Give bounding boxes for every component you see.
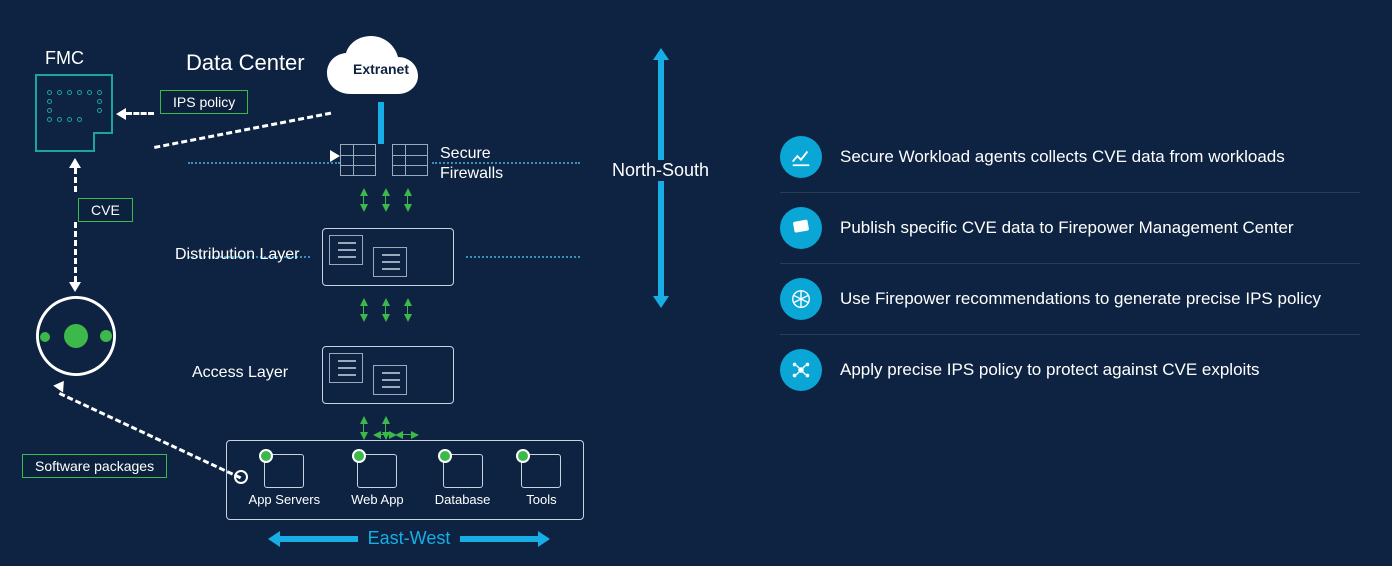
tier-dots-2b — [466, 256, 580, 258]
capability-row: Apply precise IPS policy to protect agai… — [780, 335, 1360, 405]
capabilities-list: Secure Workload agents collects CVE data… — [780, 122, 1360, 405]
capability-text: Use Firepower recommendations to generat… — [840, 289, 1321, 309]
arrow-cve-seg2 — [74, 222, 77, 282]
capability-row: Secure Workload agents collects CVE data… — [780, 122, 1360, 193]
arrow-right-icon — [460, 536, 540, 542]
capability-text: Apply precise IPS policy to protect agai… — [840, 360, 1260, 380]
workloads-box: App Servers Web App Database Tools — [226, 440, 584, 520]
switch-icon — [329, 353, 363, 383]
arrow-sw-head — [53, 377, 69, 392]
capability-row: Use Firepower recommendations to generat… — [780, 264, 1360, 335]
capability-row: Publish specific CVE data to Firepower M… — [780, 193, 1360, 264]
chart-icon — [780, 136, 822, 178]
capability-text: Secure Workload agents collects CVE data… — [840, 147, 1285, 167]
globe-icon — [357, 454, 397, 488]
access-layer-box — [322, 346, 454, 404]
publish-icon — [780, 207, 822, 249]
workload-label: Database — [435, 492, 491, 507]
tier-dots-1b — [432, 162, 580, 164]
traffic-arrows-fw-dist — [356, 188, 414, 212]
ips-policy-badge: IPS policy — [160, 90, 248, 114]
secure-firewalls-icon — [340, 144, 428, 176]
distribution-layer-label: Distribution Layer — [175, 246, 300, 264]
switch-icon — [373, 365, 407, 395]
east-west-label: East-West — [368, 528, 451, 549]
tools-icon — [521, 454, 561, 488]
workload-tools: Tools — [521, 454, 561, 507]
data-center-label: Data Center — [186, 50, 305, 76]
tier-dots-1a — [188, 162, 340, 164]
arrow-ips-right-head — [330, 150, 340, 162]
distribution-layer-box — [322, 228, 454, 286]
arrow-cve-down-head — [69, 282, 81, 292]
cloud-connector — [378, 102, 384, 144]
workload-app-servers: App Servers — [249, 454, 321, 507]
arrow-cve-seg1 — [74, 168, 77, 192]
east-west-indicator: East-West — [244, 528, 574, 549]
switch-icon — [329, 235, 363, 265]
access-layer-label: Access Layer — [192, 364, 288, 382]
secure-firewalls-label: Secure Firewalls — [440, 144, 503, 184]
cve-badge: CVE — [78, 198, 133, 222]
nodes-icon — [780, 349, 822, 391]
arrow-ips-seg2 — [154, 112, 331, 149]
workload-label: Web App — [351, 492, 404, 507]
workload-web-app: Web App — [351, 454, 404, 507]
north-south-label: North-South — [608, 160, 713, 181]
arrow-ips-left-head — [116, 108, 126, 120]
workload-label: App Servers — [249, 492, 321, 507]
software-packages-badge: Software packages — [22, 454, 167, 478]
arrow-left-icon — [278, 536, 358, 542]
database-icon — [443, 454, 483, 488]
fmc-label: FMC — [45, 48, 84, 69]
extranet-label: Extranet — [321, 34, 441, 104]
capability-text: Publish specific CVE data to Firepower M… — [840, 218, 1294, 238]
extranet-cloud-icon: Extranet — [321, 34, 441, 104]
workload-label: Tools — [526, 492, 556, 507]
network-icon — [780, 278, 822, 320]
arrow-ips-seg1 — [126, 112, 154, 115]
arrow-cve-up-head — [69, 158, 81, 168]
fmc-icon — [35, 74, 113, 152]
traffic-arrows-dist-acc — [356, 298, 414, 322]
workload-database: Database — [435, 454, 491, 507]
secure-workload-icon — [36, 296, 116, 376]
switch-icon — [373, 247, 407, 277]
server-icon — [264, 454, 304, 488]
